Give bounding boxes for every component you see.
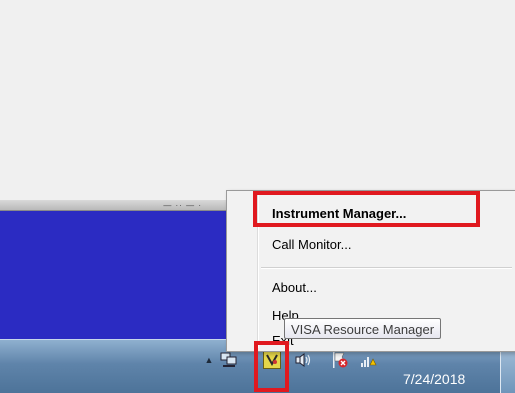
show-hidden-chevron-icon[interactable]: ▲: [200, 351, 218, 369]
action-center-flag-icon[interactable]: [331, 351, 349, 369]
background-window[interactable]: [0, 211, 242, 339]
tray-tooltip: VISA Resource Manager: [284, 318, 442, 339]
clock-date[interactable]: 7/24/2018: [403, 371, 465, 387]
menu-item-instrument-manager[interactable]: Instrument Manager...: [272, 206, 406, 221]
menu-gutter: [257, 194, 259, 348]
title-bar-glyphs: — ·· — ·: [163, 201, 202, 210]
visa-resource-manager-icon[interactable]: [263, 351, 281, 369]
menu-item-about[interactable]: About...: [272, 280, 317, 295]
desktop-background: [0, 0, 515, 208]
menu-separator: [261, 267, 512, 269]
network-icon[interactable]: [220, 351, 238, 369]
window-title-bar[interactable]: — ·· — ·: [0, 200, 242, 211]
menu-item-call-monitor[interactable]: Call Monitor...: [272, 237, 351, 252]
speaker-icon[interactable]: [294, 351, 312, 369]
wireless-network-icon[interactable]: [359, 351, 377, 369]
